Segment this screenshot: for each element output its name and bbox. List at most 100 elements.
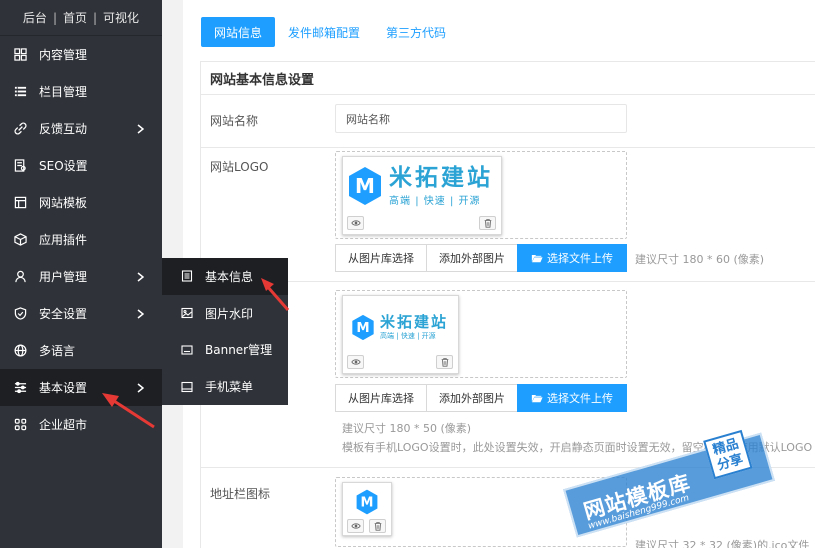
banner-icon: [181, 344, 193, 356]
sidebar-item-label: 栏目管理: [39, 85, 88, 99]
submenu-item-label: 手机菜单: [205, 380, 254, 395]
sliders-icon: [14, 381, 27, 394]
upload-file-button[interactable]: 选择文件上传: [517, 384, 627, 412]
tab-bar: 网站信息 发件邮箱配置 第三方代码: [201, 17, 459, 47]
sidebar-item-label: 安全设置: [39, 307, 88, 321]
preview-button[interactable]: [347, 355, 364, 369]
tab-third-party-code[interactable]: 第三方代码: [373, 17, 459, 47]
svg-text:M: M: [356, 321, 369, 336]
puzzle-icon: [14, 418, 27, 431]
eye-icon: [350, 523, 361, 529]
document-icon: [181, 270, 193, 282]
delete-button[interactable]: [479, 216, 496, 230]
folder-open-icon: [531, 255, 543, 263]
image-icon: [181, 307, 193, 319]
tab-email-config[interactable]: 发件邮箱配置: [275, 17, 373, 47]
sidebar-item-label: 用户管理: [39, 270, 88, 284]
delete-button[interactable]: [436, 355, 453, 369]
eye-icon: [350, 359, 361, 365]
chevron-right-icon: [137, 271, 144, 282]
trash-icon: [441, 358, 448, 367]
preview-button[interactable]: [347, 519, 364, 533]
site-name-input[interactable]: 网站名称: [335, 104, 627, 133]
annotation-arrow-icon: [102, 393, 155, 429]
link-home[interactable]: 首页: [63, 9, 87, 26]
folder-open-icon: [531, 395, 543, 403]
eye-icon: [350, 220, 361, 226]
site-name-label: 网站名称: [210, 114, 259, 128]
link-visual[interactable]: 可视化: [103, 9, 139, 26]
submenu-item-mobile-menu[interactable]: 手机菜单: [162, 368, 288, 405]
sidebar-item-label: 应用插件: [39, 233, 88, 247]
globe-icon: [14, 344, 27, 357]
add-external-image-button[interactable]: 添加外部图片: [426, 244, 518, 272]
svg-text:M: M: [361, 496, 374, 511]
shield-icon: [14, 307, 27, 320]
annotation-arrow-icon: [261, 278, 290, 311]
logo-thumbnail: M 米拓建站 高端 | 快速 | 开源: [342, 156, 502, 235]
separator: |: [93, 10, 98, 25]
logo-tagline: 高端 | 快速 | 开源: [389, 196, 481, 207]
sidebar-item-label: 内容管理: [39, 48, 88, 62]
mobile-menu-icon: [181, 381, 193, 393]
sidebar-item-label: 企业超市: [39, 418, 88, 432]
document-seo-icon: [14, 159, 27, 172]
mobile-logo-button-group: 从图片库选择 添加外部图片 选择文件上传: [335, 384, 627, 412]
sidebar-item-seo[interactable]: SEO设置: [0, 147, 162, 184]
logo-size-hint: 建议尺寸 180 * 60 (像素): [635, 253, 765, 266]
cube-icon: [14, 233, 27, 246]
separator: |: [52, 10, 57, 25]
logo-button-group: 从图片库选择 添加外部图片 选择文件上传: [335, 244, 627, 272]
mobile-logo-size-hint: 建议尺寸 180 * 50 (像素): [342, 422, 472, 435]
card-title: 网站基本信息设置: [201, 62, 815, 95]
sidebar-top-links: 后台 | 首页 | 可视化: [0, 0, 162, 36]
choose-from-library-button[interactable]: 从图片库选择: [335, 384, 427, 412]
sidebar-item-columns[interactable]: 栏目管理: [0, 73, 162, 110]
sidebar-item-plugins[interactable]: 应用插件: [0, 221, 162, 258]
submenu-item-label: Banner管理: [205, 343, 273, 358]
mobile-logo-thumbnail: M 米拓建站 高端 | 快速 | 开源: [342, 295, 459, 374]
sidebar-item-label: 基本设置: [39, 381, 88, 395]
sidebar-item-language[interactable]: 多语言: [0, 332, 162, 369]
favicon-size-hint: 建议尺寸 32 * 32 (像素)的.ico文件: [635, 539, 810, 548]
logo-mark-icon: M: [352, 314, 374, 341]
add-external-image-button[interactable]: 添加外部图片: [426, 384, 518, 412]
logo-brand-text: 米拓建站: [380, 313, 449, 331]
favicon-mark-icon: M: [356, 489, 378, 515]
trash-icon: [374, 522, 381, 531]
tab-site-info[interactable]: 网站信息: [201, 17, 276, 47]
preview-button[interactable]: [347, 216, 364, 230]
favicon-label: 地址栏图标: [210, 487, 271, 501]
favicon-thumbnail: M: [342, 482, 392, 536]
upload-file-button[interactable]: 选择文件上传: [517, 244, 627, 272]
link-icon: [14, 122, 27, 135]
sidebar-item-security[interactable]: 安全设置: [0, 295, 162, 332]
sidebar-item-users[interactable]: 用户管理: [0, 258, 162, 295]
sidebar-item-feedback[interactable]: 反馈互动: [0, 110, 162, 147]
sidebar-item-templates[interactable]: 网站模板: [0, 184, 162, 221]
list-icon: [14, 85, 27, 98]
divider: [201, 147, 815, 148]
template-icon: [14, 196, 27, 209]
submenu-item-label: 图片水印: [205, 306, 254, 321]
logo-upload-area[interactable]: M 米拓建站 高端 | 快速 | 开源: [335, 151, 627, 239]
delete-button[interactable]: [369, 519, 386, 533]
chevron-right-icon: [137, 308, 144, 319]
sidebar-item-label: 网站模板: [39, 196, 88, 210]
link-backend[interactable]: 后台: [23, 9, 47, 26]
logo-brand-text: 米拓建站: [389, 165, 493, 191]
logo-mark-icon: M: [349, 167, 381, 205]
logo-image: M 米拓建站 高端 | 快速 | 开源: [347, 165, 493, 207]
chevron-right-icon: [137, 123, 144, 134]
sidebar-item-label: 反馈互动: [39, 122, 88, 136]
sidebar: 后台 | 首页 | 可视化 内容管理 栏目管理 反馈互动 SEO设置 网站模板: [0, 0, 162, 548]
sidebar-item-label: 多语言: [39, 344, 76, 358]
submenu-item-banner[interactable]: Banner管理: [162, 332, 288, 369]
submenu-item-label: 基本信息: [205, 269, 254, 284]
sidebar-item-content[interactable]: 内容管理: [0, 36, 162, 73]
svg-text:M: M: [355, 174, 375, 198]
trash-icon: [484, 219, 491, 228]
mobile-logo-upload-area[interactable]: M 米拓建站 高端 | 快速 | 开源: [335, 290, 627, 378]
logo-label: 网站LOGO: [210, 160, 269, 174]
choose-from-library-button[interactable]: 从图片库选择: [335, 244, 427, 272]
